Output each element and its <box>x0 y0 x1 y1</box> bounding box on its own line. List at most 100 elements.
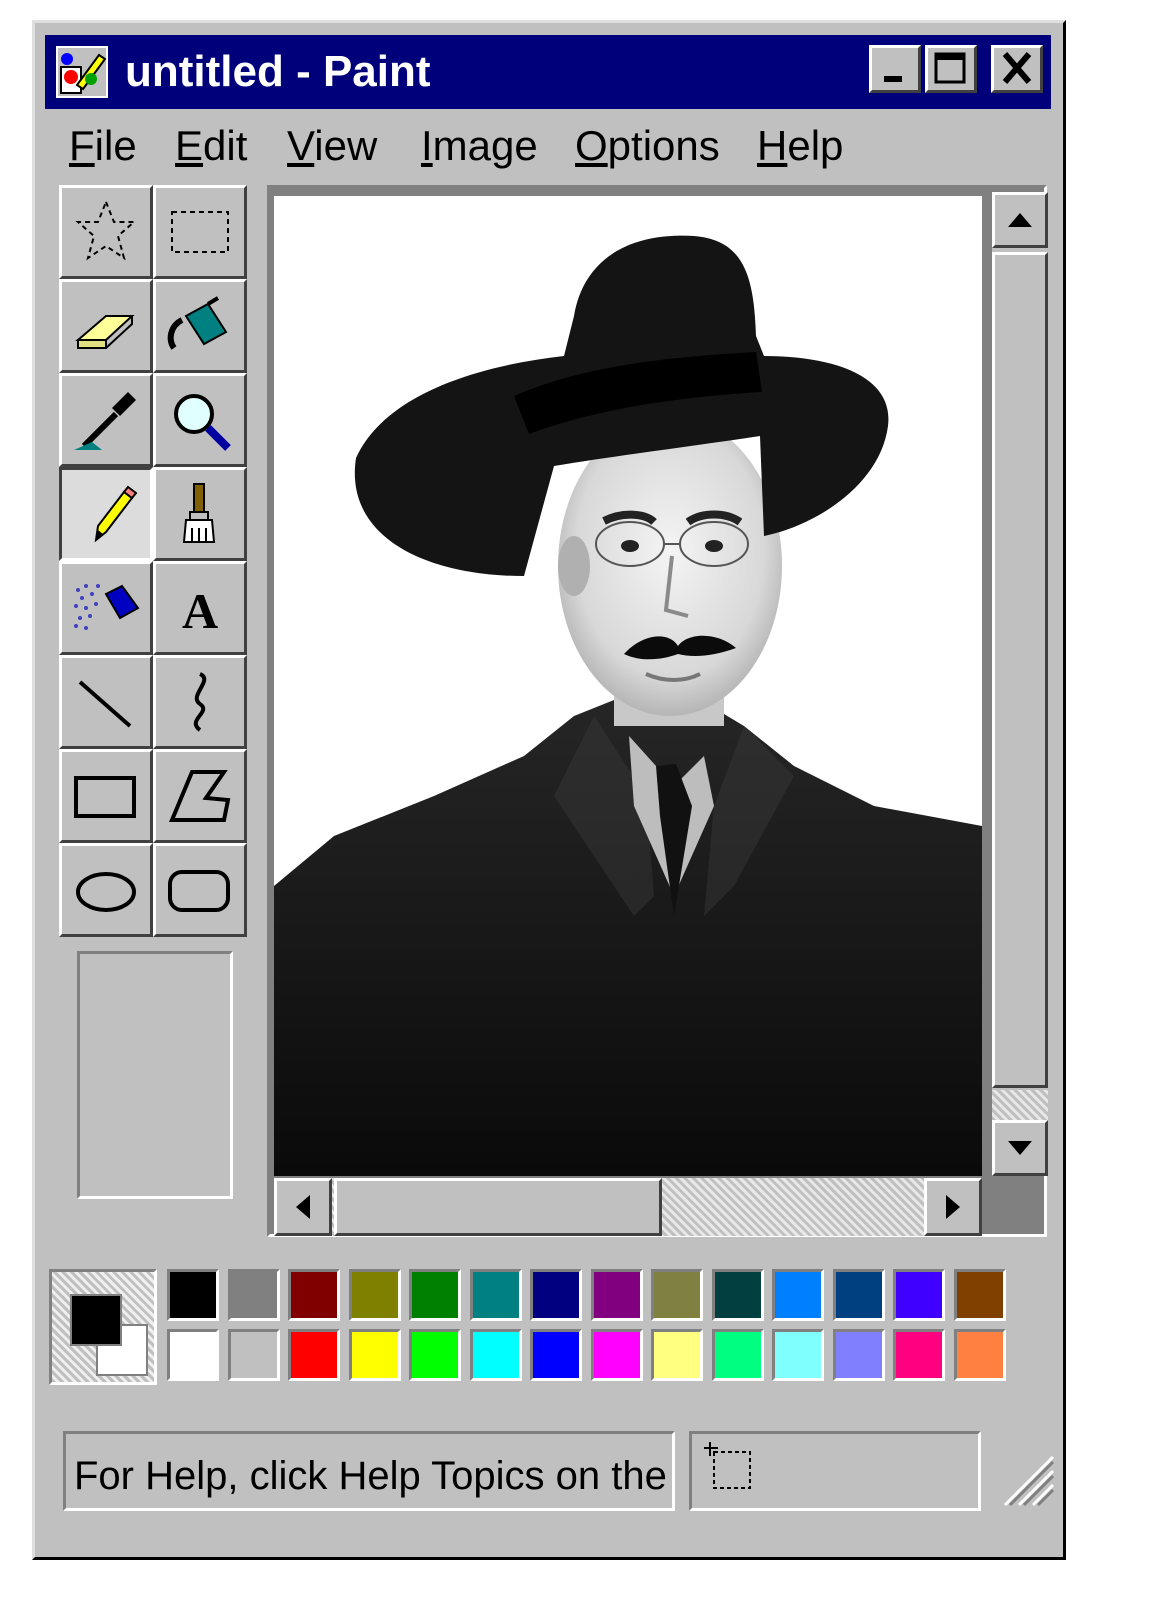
tool-polygon[interactable] <box>153 749 247 843</box>
color-swatch[interactable] <box>530 1269 582 1321</box>
color-swatch[interactable] <box>227 1329 280 1381</box>
status-bar: For Help, click Help Topics on the <box>49 1413 1055 1511</box>
tool-curve[interactable] <box>153 655 247 749</box>
color-swatch[interactable] <box>167 1329 219 1381</box>
drawing-canvas[interactable] <box>274 196 982 1176</box>
menu-image[interactable]: Image <box>421 121 538 171</box>
selection-size-panel <box>689 1431 981 1511</box>
menu-options-label: ptions <box>607 122 720 169</box>
paint-bucket-icon <box>167 296 228 350</box>
color-swatch[interactable] <box>167 1269 219 1321</box>
color-swatch[interactable] <box>772 1269 824 1321</box>
vertical-scrollbar[interactable] <box>992 192 1048 1176</box>
menu-edit-accel: E <box>175 122 204 169</box>
color-swatch[interactable] <box>772 1329 824 1381</box>
tool-pencil[interactable] <box>59 467 153 561</box>
tool-text[interactable]: A <box>153 561 247 655</box>
foreground-color-swatch <box>70 1294 122 1346</box>
menu-edit[interactable]: Edit <box>175 121 247 171</box>
tool-rounded-rectangle[interactable] <box>153 843 247 937</box>
color-swatch[interactable] <box>288 1269 340 1321</box>
tool-options-panel[interactable] <box>77 951 233 1199</box>
tool-brush[interactable] <box>153 467 247 561</box>
close-icon <box>1002 52 1032 84</box>
menu-options-accel: O <box>575 122 608 169</box>
color-swatch[interactable] <box>953 1329 1006 1381</box>
menu-help[interactable]: Help <box>757 121 843 171</box>
menu-edit-label: dit <box>203 122 248 169</box>
minimize-button[interactable] <box>869 45 921 93</box>
menu-view[interactable]: View <box>287 121 377 171</box>
color-swatch[interactable] <box>953 1269 1006 1321</box>
color-swatch[interactable] <box>590 1329 643 1381</box>
tool-ellipse[interactable] <box>59 843 153 937</box>
color-swatch[interactable] <box>227 1269 280 1321</box>
vertical-scroll-thumb[interactable] <box>992 252 1048 1088</box>
tool-eraser[interactable] <box>59 279 153 373</box>
airbrush-icon <box>74 584 140 630</box>
arrow-left-icon <box>296 1195 310 1219</box>
paint-window: untitled - Paint File Edit View Image Op… <box>32 20 1066 1560</box>
menu-file-label: ile <box>94 122 137 169</box>
rounded-rectangle-icon <box>168 870 230 912</box>
close-button[interactable] <box>991 45 1043 93</box>
pencil-icon <box>94 485 138 543</box>
arrow-up-icon <box>1008 213 1032 227</box>
color-swatch[interactable] <box>651 1329 703 1381</box>
color-swatch[interactable] <box>348 1329 401 1381</box>
title-bar[interactable]: untitled - Paint <box>45 35 1051 109</box>
color-swatch[interactable] <box>651 1269 703 1321</box>
portrait-photo <box>274 235 982 1176</box>
tool-select[interactable] <box>153 185 247 279</box>
color-swatch[interactable] <box>711 1269 764 1321</box>
resize-grip-icon <box>1003 1455 1055 1507</box>
color-swatch[interactable] <box>832 1329 885 1381</box>
color-swatch[interactable] <box>469 1269 522 1321</box>
rectangle-icon <box>74 776 136 818</box>
vertical-scroll-track[interactable] <box>992 1090 1048 1120</box>
selection-size-icon <box>704 1442 751 1489</box>
color-palette <box>49 1263 1009 1391</box>
eraser-icon <box>75 315 135 349</box>
menu-image-label: mage <box>432 122 538 169</box>
tool-pick-color[interactable] <box>59 373 153 467</box>
color-swatch[interactable] <box>530 1329 582 1381</box>
resize-grip[interactable] <box>991 1443 1055 1507</box>
menu-bar: File Edit View Image Options Help <box>45 115 1051 175</box>
color-swatch[interactable] <box>893 1269 945 1321</box>
menu-help-accel: H <box>757 122 788 169</box>
window-title: untitled - Paint <box>125 47 431 96</box>
tool-magnifier[interactable] <box>153 373 247 467</box>
maximize-button[interactable] <box>925 45 977 93</box>
tool-line[interactable] <box>59 655 153 749</box>
line-icon <box>78 680 132 728</box>
menu-view-label: iew <box>314 122 378 169</box>
color-swatch[interactable] <box>893 1329 945 1381</box>
scroll-right-button[interactable] <box>924 1178 982 1236</box>
tool-free-form-select[interactable] <box>59 185 153 279</box>
color-swatch[interactable] <box>409 1269 461 1321</box>
scroll-left-button[interactable] <box>274 1178 332 1236</box>
tool-airbrush[interactable] <box>59 561 153 655</box>
minimize-icon <box>884 76 902 82</box>
status-text: For Help, click Help Topics on the <box>74 1454 667 1498</box>
tool-fill-with-color[interactable] <box>153 279 247 373</box>
menu-options[interactable]: Options <box>575 121 720 171</box>
scroll-down-button[interactable] <box>992 1120 1048 1176</box>
color-swatch[interactable] <box>590 1269 643 1321</box>
color-swatch[interactable] <box>832 1269 885 1321</box>
color-swatch[interactable] <box>469 1329 522 1381</box>
color-swatch[interactable] <box>288 1329 340 1381</box>
select-rectangle-icon <box>171 211 229 253</box>
color-swatch[interactable] <box>348 1269 401 1321</box>
tool-rectangle[interactable] <box>59 749 153 843</box>
color-swatch[interactable] <box>409 1329 461 1381</box>
current-colors-indicator[interactable] <box>49 1269 157 1385</box>
menu-file[interactable]: File <box>69 121 137 171</box>
scroll-up-button[interactable] <box>992 192 1048 248</box>
horizontal-scroll-thumb[interactable] <box>334 1178 662 1236</box>
paint-app-icon <box>55 45 109 99</box>
color-swatch[interactable] <box>711 1329 764 1381</box>
horizontal-scrollbar[interactable] <box>274 1178 982 1236</box>
menu-image-accel: I <box>421 122 433 169</box>
